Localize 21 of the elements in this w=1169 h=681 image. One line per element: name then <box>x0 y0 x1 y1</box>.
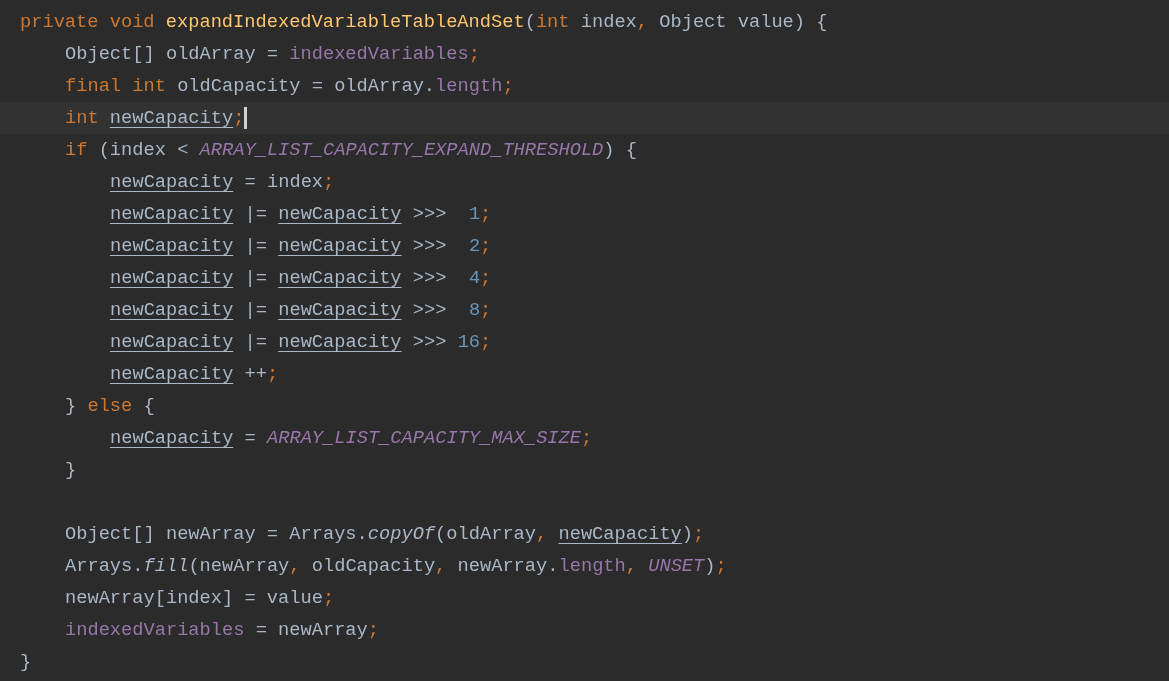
code-line: newCapacity = ARRAY_LIST_CAPACITY_MAX_SIZE; <box>110 426 593 451</box>
text-cursor <box>244 107 248 129</box>
code-line: Arrays.fill(newArray, oldCapacity, newArray.length, UNSET); <box>65 554 727 579</box>
code-line: newCapacity |= newCapacity >>> 8; <box>110 298 492 323</box>
code-line: private void expandIndexedVariableTableAndSet(int index, Object value) { <box>20 10 828 35</box>
code-line: newCapacity = index; <box>110 170 335 195</box>
code-line: } <box>20 650 32 675</box>
code-line: newCapacity ++; <box>110 362 279 387</box>
code-line: final int oldCapacity = oldArray.length; <box>65 74 514 99</box>
code-line: newCapacity |= newCapacity >>> 4; <box>110 266 492 291</box>
code-line: if (index < ARRAY_LIST_CAPACITY_EXPAND_THRESHOLD) { <box>65 138 637 163</box>
code-line: newArray[index] = value; <box>65 586 335 611</box>
code-line: Object[] oldArray = indexedVariables; <box>65 42 480 67</box>
code-line: newCapacity |= newCapacity >>> 16; <box>110 330 492 355</box>
code-line: } <box>65 458 77 483</box>
code-line: int newCapacity; <box>65 106 245 131</box>
code-line: Object[] newArray = Arrays.copyOf(oldArray, newCapacity); <box>65 522 705 547</box>
code-line: } else { <box>65 394 155 419</box>
code-line: newCapacity |= newCapacity >>> 1; <box>110 202 492 227</box>
code-line: indexedVariables = newArray; <box>65 618 379 643</box>
code-line: newCapacity |= newCapacity >>> 2; <box>110 234 492 259</box>
